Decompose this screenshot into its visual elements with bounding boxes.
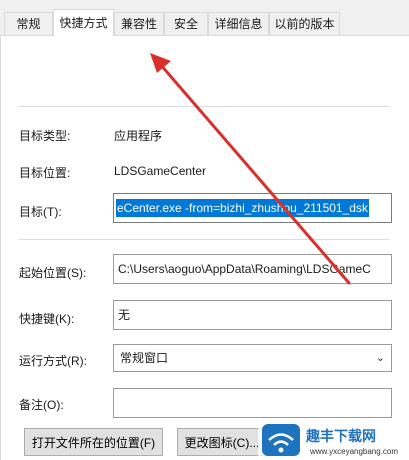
shortcut-key-input[interactable]: 无 <box>113 300 392 330</box>
watermark-url: www.yxceyangbang.com <box>310 447 399 456</box>
tab-general[interactable]: 常规 <box>4 12 53 35</box>
shortcut-key-label: 快捷键(K): <box>19 312 75 326</box>
watermark-wifi-icon <box>262 424 300 456</box>
target-selected-text: eCenter.exe -from=bizhi_zhushou_211501_d… <box>116 199 369 217</box>
open-file-location-button[interactable]: 打开文件所在的位置(F) <box>24 428 163 456</box>
tab-strip: 常规 快捷方式 兼容性 安全 详细信息 以前的版本 <box>0 0 409 36</box>
run-select-value: 常规窗口 <box>120 351 169 365</box>
shortcut-panel: 目标类型: 应用程序 目标位置: LDSGameCenter 目标(T): eC… <box>0 36 409 460</box>
tab-previous-versions[interactable]: 以前的版本 <box>269 12 340 35</box>
target-type-label: 目标类型: <box>19 129 71 143</box>
run-label: 运行方式(R): <box>19 354 87 368</box>
watermark-text: 趣丰下载网 <box>306 428 376 444</box>
tab-shortcut[interactable]: 快捷方式 <box>53 9 114 36</box>
tab-details[interactable]: 详细信息 <box>208 12 269 35</box>
target-input[interactable]: eCenter.exe -from=bizhi_zhushou_211501_d… <box>113 193 392 223</box>
separator-top <box>19 106 389 107</box>
comment-label: 备注(O): <box>19 398 64 412</box>
change-icon-button[interactable]: 更改图标(C)... <box>177 428 267 456</box>
target-location-label: 目标位置: <box>19 166 71 180</box>
chevron-down-icon: ⌄ <box>375 352 385 364</box>
comment-input[interactable] <box>113 388 392 418</box>
start-in-input[interactable]: C:\Users\aoguo\AppData\Roaming\LDSGameC <box>113 254 392 284</box>
tab-compatibility[interactable]: 兼容性 <box>114 12 164 35</box>
target-label: 目标(T): <box>19 205 62 219</box>
tab-security[interactable]: 安全 <box>164 12 208 35</box>
separator-middle <box>19 239 389 240</box>
watermark-logo: 趣丰下载网 www.yxceyangbang.com <box>258 420 408 460</box>
run-select[interactable]: 常规窗口 ⌄ <box>113 344 392 372</box>
start-in-label: 起始位置(S): <box>19 266 87 280</box>
target-location-value: LDSGameCenter <box>114 164 207 178</box>
target-type-value: 应用程序 <box>114 129 163 143</box>
